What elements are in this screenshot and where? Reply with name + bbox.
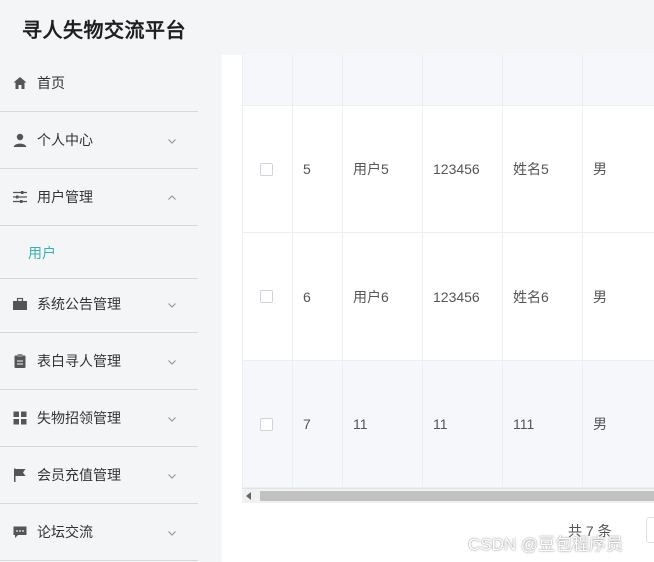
row-checkbox-cell [242, 361, 292, 487]
sidebar-item-confession-search-management[interactable]: 表白寻人管理 [0, 333, 198, 390]
cell-gender: 男 [582, 233, 654, 360]
sliders-icon [12, 189, 28, 205]
sidebar-item-home[interactable]: 首页 [0, 55, 198, 112]
sidebar-item-label: 个人中心 [37, 132, 93, 148]
sidebar-item-label: 首页 [37, 75, 65, 91]
table-row[interactable] [242, 55, 654, 106]
cell-username: 11 [342, 361, 422, 487]
cell-id: 6 [292, 233, 342, 360]
clipboard-icon [12, 353, 28, 369]
cell-name [502, 55, 582, 105]
cell-name: 姓名5 [502, 106, 582, 232]
sidebar-item-forum[interactable]: 论坛交流 [0, 504, 198, 561]
chevron-down-icon [166, 355, 178, 367]
sidebar-item-announcement-management[interactable]: 系统公告管理 [0, 276, 198, 333]
row-checkbox[interactable] [260, 290, 273, 303]
sidebar-item-label: 表白寻人管理 [37, 353, 121, 369]
cell-name: 姓名6 [502, 233, 582, 360]
cell-gender [582, 55, 654, 105]
main-content: 5 用户5 123456 姓名5 男 6 用户6 123456 姓名6 男 7 … [222, 55, 654, 562]
sidebar-subitem-label: 用户 [28, 245, 56, 261]
sidebar-item-label: 失物招领管理 [37, 410, 121, 426]
table-row[interactable]: 7 11 11 111 男 [242, 361, 654, 488]
cell-name: 111 [502, 361, 582, 487]
sidebar: 首页 个人中心 用户管理 用户 系统公告管理 表白寻人管理 失物招领管理 会员充… [0, 55, 198, 562]
chevron-down-icon [166, 298, 178, 310]
cell-id [292, 55, 342, 105]
table-row[interactable]: 5 用户5 123456 姓名5 男 [242, 106, 654, 233]
chat-icon [12, 524, 28, 540]
home-icon [12, 75, 28, 91]
cell-username [342, 55, 422, 105]
chevron-down-icon [166, 134, 178, 146]
sidebar-item-label: 用户管理 [37, 189, 93, 205]
sidebar-item-membership-recharge-management[interactable]: 会员充值管理 [0, 447, 198, 504]
chevron-up-icon [166, 191, 178, 203]
cell-password: 123456 [422, 233, 502, 360]
chevron-down-icon [166, 412, 178, 424]
sidebar-subitem-user[interactable]: 用户 [0, 226, 198, 279]
row-checkbox[interactable] [260, 417, 273, 431]
cell-password [422, 55, 502, 105]
grid-icon [12, 410, 28, 426]
sidebar-item-user-management[interactable]: 用户管理 [0, 169, 198, 226]
page-size-select[interactable]: 10 [646, 517, 654, 543]
chevron-down-icon [166, 469, 178, 481]
user-table: 5 用户5 123456 姓名5 男 6 用户6 123456 姓名6 男 7 … [242, 55, 654, 505]
row-checkbox-cell [242, 233, 292, 360]
table-row[interactable]: 6 用户6 123456 姓名6 男 [242, 233, 654, 361]
cell-password: 11 [422, 361, 502, 487]
app-header: 寻人失物交流平台 [0, 0, 654, 55]
watermark: CSDN @豆包程序员 [468, 535, 624, 554]
horizontal-scrollbar[interactable] [242, 488, 654, 503]
scrollbar-thumb[interactable] [260, 491, 654, 501]
app-title: 寻人失物交流平台 [22, 20, 186, 42]
cell-username: 用户6 [342, 233, 422, 360]
scroll-left-arrow-icon[interactable] [246, 492, 251, 500]
cell-id: 5 [292, 106, 342, 232]
briefcase-icon [12, 296, 28, 312]
cell-gender: 男 [582, 361, 654, 487]
cell-username: 用户5 [342, 106, 422, 232]
chevron-down-icon [166, 526, 178, 538]
flag-icon [12, 467, 28, 483]
cell-id: 7 [292, 361, 342, 487]
sidebar-item-personal-center[interactable]: 个人中心 [0, 112, 198, 169]
sidebar-item-label: 论坛交流 [37, 524, 93, 540]
cell-password: 123456 [422, 106, 502, 232]
sidebar-item-label: 系统公告管理 [37, 296, 121, 312]
sidebar-item-lost-found-management[interactable]: 失物招领管理 [0, 390, 198, 447]
row-checkbox-cell [242, 55, 292, 105]
sidebar-item-label: 会员充值管理 [37, 467, 121, 483]
row-checkbox-cell [242, 106, 292, 232]
row-checkbox[interactable] [260, 162, 273, 176]
cell-gender: 男 [582, 106, 654, 232]
user-icon [12, 132, 28, 148]
